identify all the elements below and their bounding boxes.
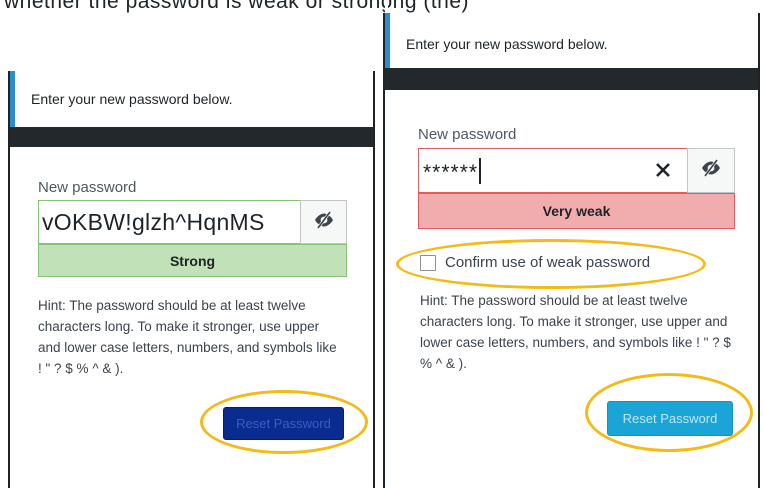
panel-divider xyxy=(385,68,758,90)
password-value: ****** xyxy=(423,160,479,184)
strength-label: Very weak xyxy=(542,203,611,219)
confirm-weak-password-checkbox[interactable] xyxy=(420,255,436,271)
password-strength-meter: Very weak xyxy=(418,193,735,229)
strength-label: Strong xyxy=(169,252,216,269)
password-field-row: ****** xyxy=(418,148,735,193)
reset-password-label: Reset Password xyxy=(236,416,331,431)
reset-password-panel-weak: Enter your new password below. New passw… xyxy=(383,13,760,488)
password-input[interactable]: ****** xyxy=(418,148,687,193)
reset-password-panel-strong: Enter your new password below. New passw… xyxy=(8,71,375,488)
reset-password-button[interactable]: Reset Password xyxy=(607,401,733,436)
password-hint: Hint: The password should be at least tw… xyxy=(38,298,337,376)
confirm-weak-password-label[interactable]: Confirm use of weak password xyxy=(445,254,650,271)
toggle-password-visibility-button[interactable] xyxy=(300,200,347,244)
caption-strip-right: whether the password is weak or strong (… xyxy=(388,0,763,13)
password-value: vOKBW!glzh^HqnMS xyxy=(42,208,265,235)
notice-message: Enter your new password below. xyxy=(10,71,373,127)
text-cursor xyxy=(479,157,481,184)
new-password-label: New password xyxy=(418,126,517,143)
password-hint: Hint: The password should be at least tw… xyxy=(420,293,731,371)
password-field-row: vOKBW!glzh^HqnMS xyxy=(38,200,347,244)
password-input[interactable]: vOKBW!glzh^HqnMS xyxy=(38,200,300,244)
password-strength-meter: Strong xyxy=(38,244,347,277)
new-password-label: New password xyxy=(38,179,137,196)
eye-slash-icon xyxy=(700,159,722,182)
caption-strip-left: whether the password is weak or strong (… xyxy=(0,0,385,13)
reset-password-label: Reset Password xyxy=(622,411,718,426)
panel-divider xyxy=(10,127,373,147)
caption-text: whether the password is weak or strong (… xyxy=(4,0,385,13)
close-icon[interactable] xyxy=(654,161,672,184)
eye-slash-icon xyxy=(313,210,335,234)
toggle-password-visibility-button[interactable] xyxy=(687,148,735,193)
reset-password-button[interactable]: Reset Password xyxy=(223,407,344,440)
caption-text-continued: whether the password is weak or strong (… xyxy=(388,0,470,13)
notice-message: Enter your new password below. xyxy=(385,13,758,68)
